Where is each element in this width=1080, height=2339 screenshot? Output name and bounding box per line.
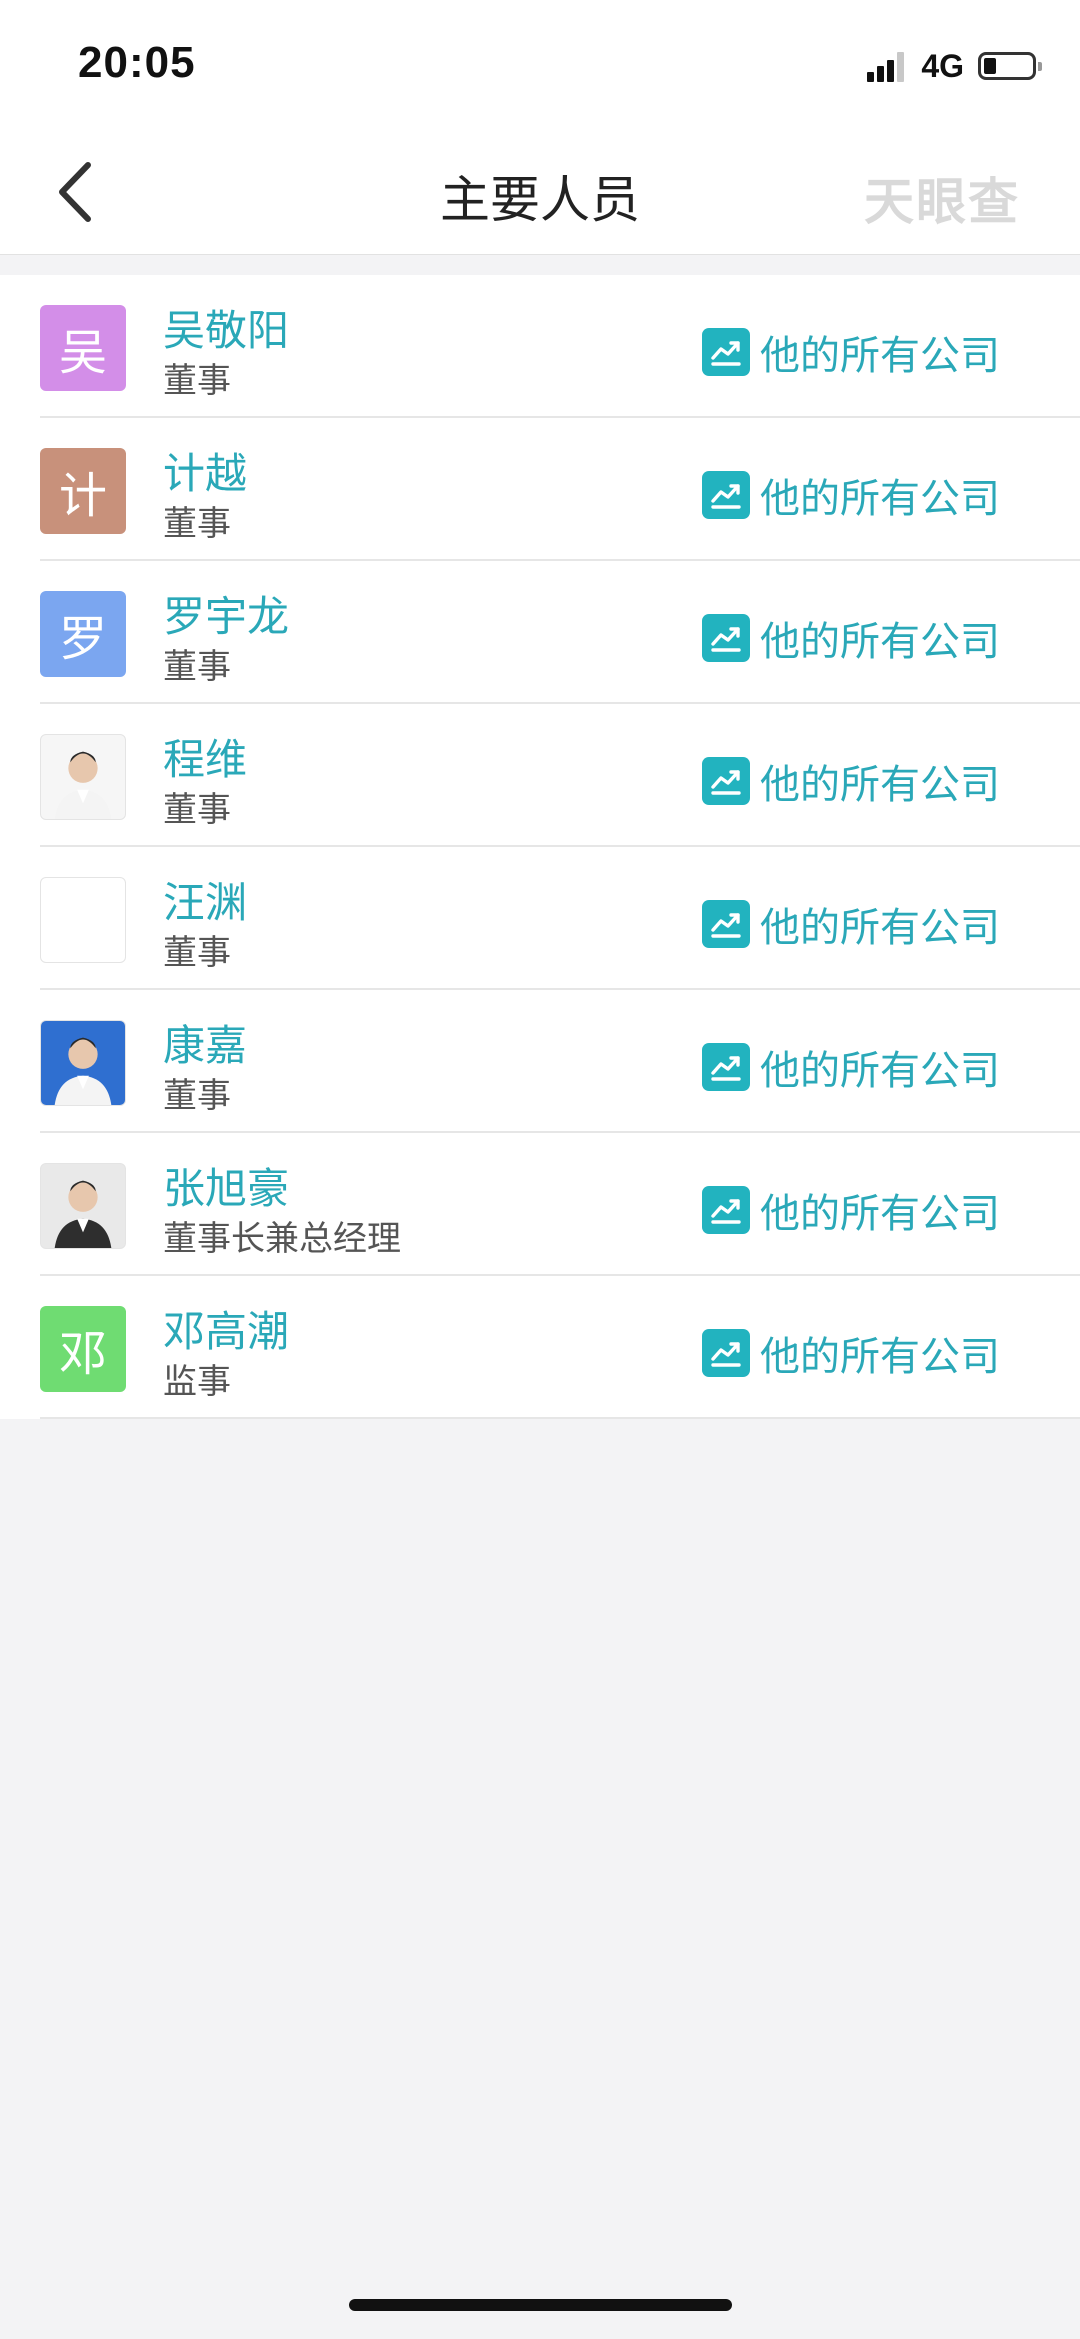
person-role: 董事 bbox=[163, 1076, 231, 1116]
all-companies-link[interactable]: 他的所有公司 bbox=[702, 1181, 1000, 1239]
all-companies-label: 他的所有公司 bbox=[760, 1191, 1000, 1237]
person-name[interactable]: 邓高潮 bbox=[163, 1298, 289, 1359]
avatar bbox=[40, 1163, 126, 1249]
person-name[interactable]: 汪渊 bbox=[163, 869, 247, 930]
all-companies-link[interactable]: 他的所有公司 bbox=[702, 752, 1000, 810]
all-companies-label: 他的所有公司 bbox=[760, 333, 1000, 379]
person-role: 董事 bbox=[163, 933, 231, 973]
person-name[interactable]: 罗宇龙 bbox=[163, 583, 289, 644]
brand-logo: 天眼查 bbox=[864, 173, 1020, 231]
list-item[interactable]: 罗罗宇龙 董事 他的所有公司 bbox=[0, 561, 1080, 704]
navigation-bar: 主要人员 天眼查 bbox=[0, 130, 1080, 255]
person-photo-icon bbox=[54, 1180, 112, 1248]
divider bbox=[40, 1417, 1080, 1419]
avatar: 邓 bbox=[40, 1306, 126, 1392]
all-companies-link[interactable]: 他的所有公司 bbox=[702, 609, 1000, 667]
all-companies-label: 他的所有公司 bbox=[760, 905, 1000, 951]
list-item[interactable]: 汪渊 董事 他的所有公司 bbox=[0, 847, 1080, 990]
all-companies-label: 他的所有公司 bbox=[760, 619, 1000, 665]
all-companies-label: 他的所有公司 bbox=[760, 1334, 1000, 1380]
person-photo-icon bbox=[54, 1037, 112, 1105]
avatar bbox=[40, 1020, 126, 1106]
list-item[interactable]: 张旭豪 董事长兼总经理 他的所有公司 bbox=[0, 1133, 1080, 1276]
trend-chart-icon bbox=[702, 1186, 750, 1234]
person-name[interactable]: 计越 bbox=[163, 440, 247, 501]
person-name[interactable]: 吴敬阳 bbox=[163, 297, 289, 358]
person-role: 董事 bbox=[163, 504, 231, 544]
status-indicators: 4G bbox=[867, 47, 1042, 84]
person-name[interactable]: 张旭豪 bbox=[163, 1155, 289, 1216]
trend-chart-icon bbox=[702, 900, 750, 948]
battery-icon bbox=[978, 52, 1042, 80]
all-companies-link[interactable]: 他的所有公司 bbox=[702, 1324, 1000, 1382]
trend-chart-icon bbox=[702, 1329, 750, 1377]
all-companies-label: 他的所有公司 bbox=[760, 762, 1000, 808]
list-item[interactable]: 吴吴敬阳 董事 他的所有公司 bbox=[0, 275, 1080, 418]
all-companies-link[interactable]: 他的所有公司 bbox=[702, 466, 1000, 524]
list-item[interactable]: 程维 董事 他的所有公司 bbox=[0, 704, 1080, 847]
avatar bbox=[40, 734, 126, 820]
all-companies-label: 他的所有公司 bbox=[760, 476, 1000, 522]
trend-chart-icon bbox=[702, 614, 750, 662]
person-photo-icon bbox=[54, 751, 112, 819]
status-time: 20:05 bbox=[78, 38, 196, 87]
all-companies-link[interactable]: 他的所有公司 bbox=[702, 895, 1000, 953]
list-item[interactable]: 邓邓高潮 监事 他的所有公司 bbox=[0, 1276, 1080, 1419]
person-role: 董事 bbox=[163, 647, 231, 687]
all-companies-label: 他的所有公司 bbox=[760, 1048, 1000, 1094]
network-type: 4G bbox=[921, 47, 964, 84]
list-item[interactable]: 计计越 董事 他的所有公司 bbox=[0, 418, 1080, 561]
trend-chart-icon bbox=[702, 328, 750, 376]
person-role: 董事 bbox=[163, 790, 231, 830]
person-role: 董事 bbox=[163, 361, 231, 401]
person-name[interactable]: 程维 bbox=[163, 726, 247, 787]
avatar bbox=[40, 877, 126, 963]
people-list: 吴吴敬阳 董事 他的所有公司计计越 董事 他的所有公司罗罗宇龙 董事 他的所有公司 程维 董事他… bbox=[0, 275, 1080, 1419]
trend-chart-icon bbox=[702, 471, 750, 519]
all-companies-link[interactable]: 他的所有公司 bbox=[702, 1038, 1000, 1096]
avatar: 吴 bbox=[40, 305, 126, 391]
trend-chart-icon bbox=[702, 1043, 750, 1091]
person-name[interactable]: 康嘉 bbox=[163, 1012, 247, 1073]
list-item[interactable]: 康嘉 董事 他的所有公司 bbox=[0, 990, 1080, 1133]
person-role: 董事长兼总经理 bbox=[163, 1219, 401, 1259]
trend-chart-icon bbox=[702, 757, 750, 805]
battery-level bbox=[984, 58, 996, 74]
status-bar: 20:05 4G bbox=[0, 0, 1080, 130]
person-role: 监事 bbox=[163, 1362, 231, 1402]
signal-icon bbox=[867, 50, 907, 82]
avatar: 计 bbox=[40, 448, 126, 534]
all-companies-link[interactable]: 他的所有公司 bbox=[702, 323, 1000, 381]
home-indicator[interactable] bbox=[349, 2299, 732, 2311]
avatar: 罗 bbox=[40, 591, 126, 677]
